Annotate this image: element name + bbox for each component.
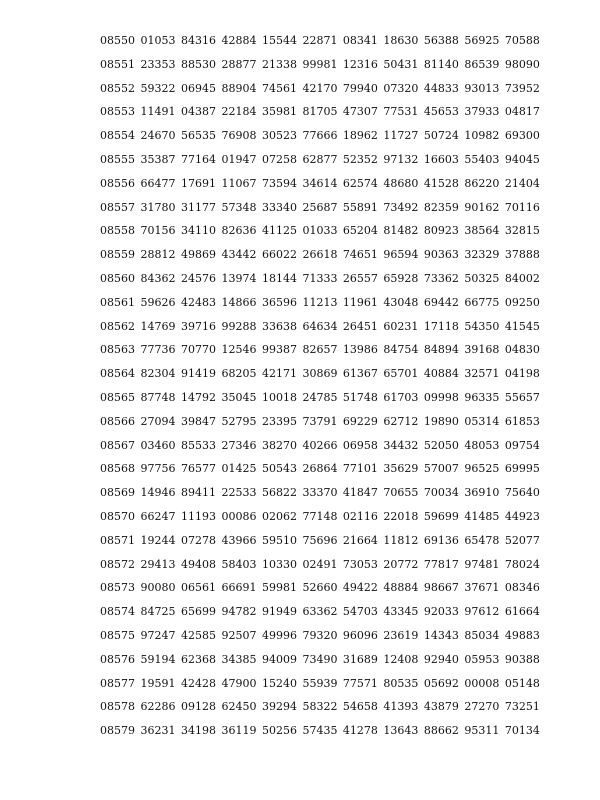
number-row: 08577 19591 42428 47900 15240 55939 7757…: [100, 676, 540, 690]
number-row: 08568 97756 76577 01425 50543 26864 7710…: [100, 462, 540, 476]
number-row: 08567 03460 85533 27346 38270 40266 0695…: [100, 438, 540, 452]
number-row: 08563 77736 70770 12546 99387 82657 1398…: [100, 343, 540, 357]
number-row: 08579 36231 34198 36119 50256 57435 4127…: [100, 724, 540, 738]
number-row: 08560 84362 24576 13974 18144 71333 2655…: [100, 272, 540, 285]
number-row: 08565 87748 14792 35045 10018 24785 5174…: [100, 391, 540, 404]
number-row: 08552 59322 06945 88904 74561 42170 7994…: [100, 81, 540, 95]
number-row: 08575 97247 42585 92507 49996 79320 9609…: [100, 629, 540, 642]
number-row: 08550 01053 84316 42884 15544 22871 0834…: [100, 34, 540, 47]
number-row: 08556 66477 17691 11067 73594 34614 6257…: [100, 176, 540, 190]
number-row: 08554 24670 56535 76908 30523 77666 1896…: [100, 129, 540, 143]
document-page: 08550 01053 84316 42884 15544 22871 0834…: [0, 0, 600, 800]
number-row: 08558 70156 34110 82636 41125 01033 6520…: [100, 224, 540, 238]
number-row: 08557 31780 31177 57348 33340 25687 5589…: [100, 200, 540, 214]
number-row: 08574 84725 65699 94782 91949 63362 5470…: [100, 605, 540, 619]
number-row: 08578 62286 09128 62450 39294 58322 5465…: [100, 700, 540, 714]
number-row: 08576 59194 62368 34385 94009 73490 3168…: [100, 652, 540, 666]
number-row: 08555 35387 77164 01947 07258 62877 5235…: [100, 153, 540, 166]
number-row: 08566 27094 39847 52795 23395 73791 6922…: [100, 414, 540, 428]
number-row: 08561 59626 42483 14866 36596 11213 1196…: [100, 295, 540, 309]
number-row: 08570 66247 11193 00086 02062 77148 0211…: [100, 510, 540, 523]
number-row: 08562 14769 39716 99288 33638 64634 2645…: [100, 319, 540, 333]
number-row: 08553 11491 04387 22184 35981 81705 4730…: [100, 105, 540, 119]
number-row: 08572 29413 49408 58403 10330 02491 7305…: [100, 557, 540, 571]
number-row: 08569 14946 89411 22533 56822 33370 4184…: [100, 486, 540, 500]
number-row: 08564 82304 91419 68205 42171 30869 6136…: [100, 367, 540, 381]
number-row: 08573 90080 06561 66691 59981 52660 4942…: [100, 581, 540, 595]
number-row: 08571 19244 07278 43966 59510 75696 2166…: [100, 533, 540, 547]
number-row: 08559 28812 49869 43442 66022 26618 7465…: [100, 248, 540, 262]
number-row: 08551 23353 88530 28877 21338 99981 1231…: [100, 57, 540, 71]
